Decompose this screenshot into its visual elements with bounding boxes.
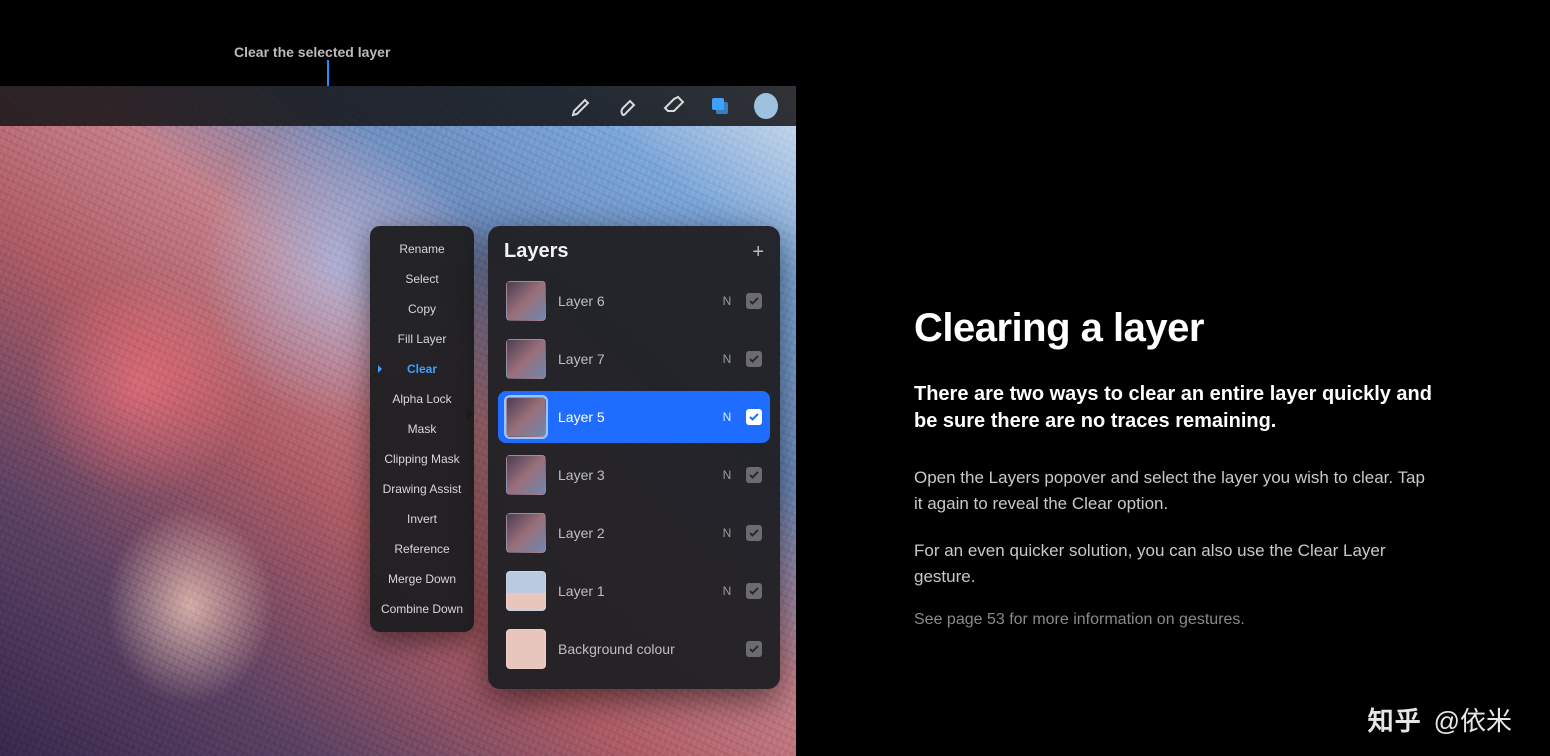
layer-visibility-checkbox[interactable]: [746, 467, 762, 483]
layer-name: Layer 5: [558, 409, 708, 425]
callout-label: Clear the selected layer: [234, 44, 390, 60]
layers-icon[interactable]: [708, 94, 732, 118]
watermark: 知乎 @依米: [1368, 701, 1512, 738]
app-toolbar: [0, 86, 796, 126]
layers-panel-title: Layers: [504, 240, 569, 263]
layer-blend-mode[interactable]: N: [720, 352, 734, 366]
doc-text-column: Clearing a layer There are two ways to c…: [914, 306, 1434, 629]
layer-name: Layer 3: [558, 467, 708, 483]
layer-thumbnail: [506, 281, 546, 321]
background-thumbnail: [506, 629, 546, 669]
cm-clear-label: Clear: [407, 362, 437, 376]
add-layer-button[interactable]: +: [752, 242, 764, 262]
brush-icon[interactable]: [570, 94, 594, 118]
layer-row-selected[interactable]: Layer 5 N: [498, 391, 770, 443]
layer-context-menu: Rename Select Copy Fill Layer Clear Alph…: [370, 226, 474, 632]
layer-thumbnail: [506, 513, 546, 553]
doc-lead: There are two ways to clear an entire la…: [914, 381, 1434, 435]
layer-row[interactable]: Layer 7 N: [498, 333, 770, 385]
layer-name: Layer 1: [558, 583, 708, 599]
layer-thumbnail: [506, 571, 546, 611]
color-icon[interactable]: [754, 94, 778, 118]
layer-row[interactable]: Layer 3 N: [498, 449, 770, 501]
layer-blend-mode[interactable]: N: [720, 294, 734, 308]
layer-visibility-checkbox[interactable]: [746, 525, 762, 541]
eraser-icon[interactable]: [662, 94, 686, 118]
doc-cross-reference: See page 53 for more information on gest…: [914, 611, 1434, 629]
layer-thumbnail: [506, 339, 546, 379]
layer-name: Layer 2: [558, 525, 708, 541]
layer-visibility-checkbox[interactable]: [746, 641, 762, 657]
layer-visibility-checkbox[interactable]: [746, 351, 762, 367]
layer-visibility-checkbox[interactable]: [746, 293, 762, 309]
layer-name: Layer 7: [558, 351, 708, 367]
layer-blend-mode[interactable]: N: [720, 526, 734, 540]
watermark-author: @依米: [1434, 701, 1512, 738]
cm-alpha-lock[interactable]: Alpha Lock: [370, 384, 474, 414]
cm-copy[interactable]: Copy: [370, 294, 474, 324]
background-layer-name: Background colour: [558, 641, 734, 657]
cm-combine-down[interactable]: Combine Down: [370, 594, 474, 624]
app-screenshot: Rename Select Copy Fill Layer Clear Alph…: [0, 86, 796, 756]
layer-name: Layer 6: [558, 293, 708, 309]
layer-thumbnail: [506, 455, 546, 495]
layer-row[interactable]: Layer 2 N: [498, 507, 770, 559]
cm-merge-down[interactable]: Merge Down: [370, 564, 474, 594]
layer-row[interactable]: Layer 6 N: [498, 275, 770, 327]
layer-thumbnail: [506, 397, 546, 437]
layers-list: Layer 6 N Layer 7 N Layer 5 N Layer 3 N: [488, 275, 780, 689]
layers-panel-header: Layers +: [488, 226, 780, 275]
zhihu-logo: 知乎: [1368, 701, 1422, 738]
cm-invert[interactable]: Invert: [370, 504, 474, 534]
layer-blend-mode[interactable]: N: [720, 410, 734, 424]
doc-paragraph: Open the Layers popover and select the l…: [914, 465, 1434, 516]
layer-visibility-checkbox[interactable]: [746, 409, 762, 425]
doc-title: Clearing a layer: [914, 306, 1434, 351]
cm-clear[interactable]: Clear: [370, 354, 474, 384]
layer-blend-mode[interactable]: N: [720, 584, 734, 598]
smudge-icon[interactable]: [616, 94, 640, 118]
layer-row[interactable]: Layer 1 N: [498, 565, 770, 617]
layers-panel: Layers + Layer 6 N Layer 7 N Layer 5 N: [488, 226, 780, 689]
background-layer-row[interactable]: Background colour: [498, 623, 770, 675]
layer-blend-mode[interactable]: N: [720, 468, 734, 482]
cm-drawing-assist[interactable]: Drawing Assist: [370, 474, 474, 504]
cm-mask[interactable]: Mask: [370, 414, 474, 444]
cm-reference[interactable]: Reference: [370, 534, 474, 564]
layer-visibility-checkbox[interactable]: [746, 583, 762, 599]
cm-fill-layer[interactable]: Fill Layer: [370, 324, 474, 354]
cm-select[interactable]: Select: [370, 264, 474, 294]
cm-clipping-mask[interactable]: Clipping Mask: [370, 444, 474, 474]
doc-paragraph: For an even quicker solution, you can al…: [914, 538, 1434, 589]
cm-rename[interactable]: Rename: [370, 234, 474, 264]
